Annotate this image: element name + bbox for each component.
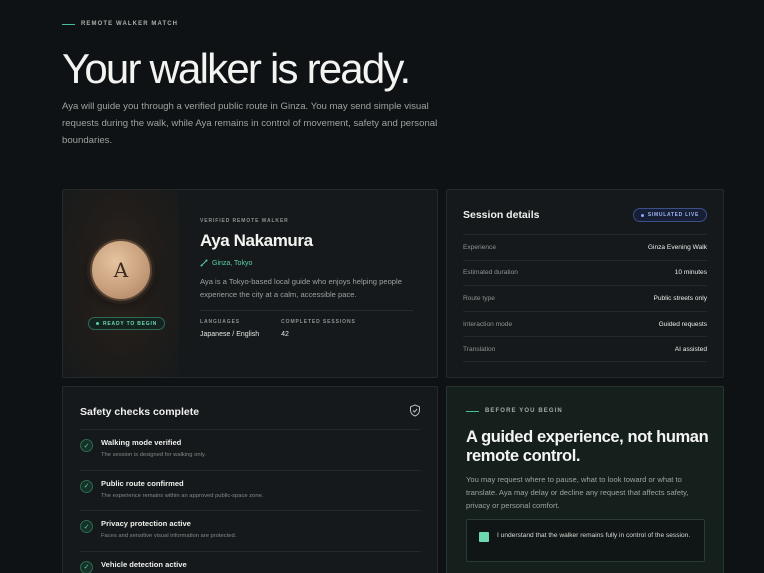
notice-eyebrow-label: BEFORE YOU BEGIN [485,408,563,414]
session-title: Session details [463,209,540,221]
route-icon [200,259,208,267]
before-you-begin-card: BEFORE YOU BEGIN A guided experience, no… [446,386,724,573]
walker-bio: Aya is a Tokyo-based local guide who enj… [200,277,402,299]
detail-value: Public streets only [653,294,707,302]
eyebrow-label: REMOTE WALKER MATCH [81,21,179,27]
safety-check-list: ✓ Walking mode verified The session is d… [80,429,421,573]
walker-stats: LANGUAGES Japanese / English COMPLETED S… [200,319,356,338]
detail-value: AI assisted [674,345,707,353]
verified-label: VERIFIED REMOTE WALKER [200,218,289,224]
live-badge-label: SIMULATED LIVE [647,212,699,218]
check-desc: The session is designed for walking only… [101,452,206,458]
session-details-card: Session details SIMULATED LIVE Experienc… [446,189,724,378]
avatar-initial: A [113,258,129,282]
stat-sessions: COMPLETED SESSIONS 42 [281,319,356,338]
notice-title: A guided experience, not human remote co… [466,428,709,465]
session-detail-list: Experience Ginza Evening Walk Estimated … [463,234,707,362]
check-title: Walking mode verified [101,438,182,447]
detail-key: Translation [463,345,496,353]
check-item-privacy: ✓ Privacy protection active Faces and se… [80,510,421,551]
check-icon: ✓ [80,520,93,533]
detail-value: 10 minutes [674,269,707,277]
languages-value: Japanese / English [200,331,260,338]
safety-checks-card: Safety checks complete ✓ Walking mode ve… [62,386,438,573]
check-item-public-route: ✓ Public route confirmed The experience … [80,469,421,511]
page: REMOTE WALKER MATCH Your walker is ready… [0,0,764,573]
check-item-vehicle-detection: ✓ Vehicle detection active [80,550,421,573]
languages-label: LANGUAGES [200,319,241,325]
detail-row-duration: Estimated duration 10 minutes [463,259,707,286]
safety-title: Safety checks complete [80,406,200,418]
simulated-live-badge: SIMULATED LIVE [632,208,707,222]
detail-key: Interaction mode [463,320,513,328]
consent-checkbox-row[interactable]: I understand that the walker remains ful… [466,519,705,562]
check-icon: ✓ [80,479,93,493]
status-badge: READY TO BEGIN [88,317,166,330]
avatar: A [90,239,152,301]
check-desc: Faces and sensitive visual information a… [101,533,237,539]
check-title: Privacy protection active [101,519,191,528]
notice-body: You may request where to pause, what to … [466,475,689,510]
detail-key: Estimated duration [463,269,518,277]
check-title: Public route confirmed [101,478,184,488]
live-dot-icon [640,213,644,217]
sessions-value: 42 [281,331,289,338]
status-dot-icon [96,322,99,325]
stat-languages: LANGUAGES Japanese / English [200,319,259,338]
eyebrow-line [466,410,479,412]
check-icon: ✓ [80,560,93,573]
consent-checkbox[interactable] [479,532,489,542]
sessions-label: COMPLETED SESSIONS [281,319,356,325]
location-label: Ginza, Tokyo [212,259,253,267]
walker-profile-card: A READY TO BEGIN VERIFIED REMOTE WALKER … [62,189,438,378]
check-item-walking-mode: ✓ Walking mode verified The session is d… [80,429,421,470]
session-header: Session details SIMULATED LIVE [463,207,707,223]
detail-row-translation: Translation AI assisted [463,336,707,362]
page-title: Your walker is ready. [62,45,411,92]
eyebrow: REMOTE WALKER MATCH [62,21,178,27]
check-icon: ✓ [80,439,93,452]
status-badge-label: READY TO BEGIN [103,320,158,327]
detail-row-route-type: Route type Public streets only [463,285,707,311]
check-title: Vehicle detection active [101,559,187,569]
walker-location: Ginza, Tokyo [200,259,252,267]
detail-row-experience: Experience Ginza Evening Walk [463,234,707,260]
shield-check-icon [410,404,420,417]
portrait-panel: A READY TO BEGIN [63,190,179,377]
detail-key: Experience [463,243,496,251]
detail-row-interaction-mode: Interaction mode Guided requests [463,310,707,337]
eyebrow-line [62,23,75,25]
page-subtitle: Aya will guide you through a verified pu… [62,101,438,146]
detail-value: Guided requests [658,320,707,328]
detail-value: Ginza Evening Walk [647,243,707,251]
consent-text: I understand that the walker remains ful… [497,532,691,539]
profile-divider [200,310,413,311]
detail-key: Route type [463,294,495,302]
notice-eyebrow: BEFORE YOU BEGIN [466,408,563,414]
check-desc: The experience remains within an approve… [101,492,264,499]
walker-name: Aya Nakamura [200,231,313,250]
